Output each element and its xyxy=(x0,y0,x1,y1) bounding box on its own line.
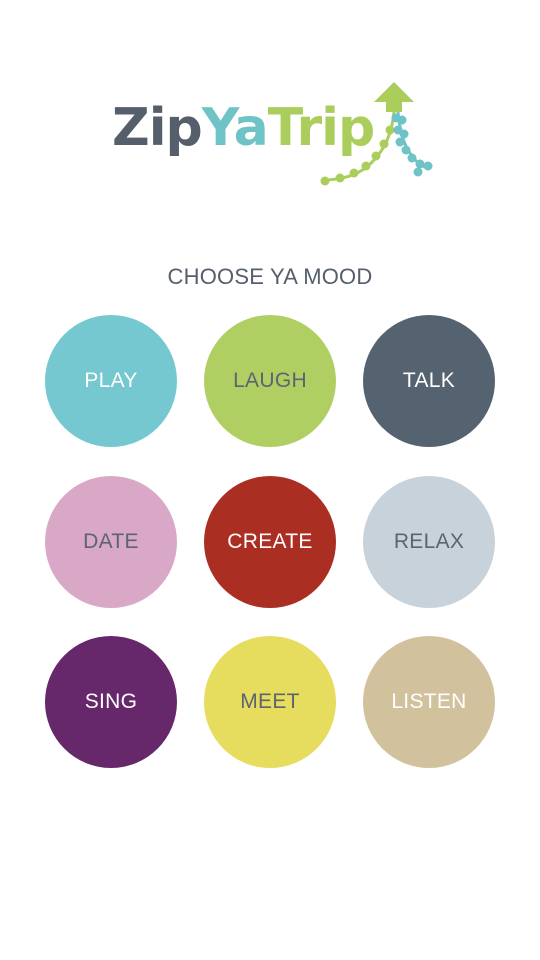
logo-text-ya: Ya xyxy=(201,98,269,158)
mood-button-create[interactable]: CREATE xyxy=(204,476,336,608)
arrow-up-with-streamers-icon xyxy=(320,82,433,186)
choose-mood-heading: CHOOSE YA MOOD xyxy=(167,264,373,289)
mood-button-play[interactable]: PLAY xyxy=(45,315,177,447)
mood-button-talk[interactable]: TALK xyxy=(363,315,495,447)
logo-text-zip: Zip xyxy=(112,98,203,158)
mood-button-relax[interactable]: RELAX xyxy=(363,476,495,608)
mood-button-listen[interactable]: LISTEN xyxy=(363,636,495,768)
mood-button-sing[interactable]: SING xyxy=(45,636,177,768)
mood-button-date[interactable]: DATE xyxy=(45,476,177,608)
mood-grid: PLAY LAUGH TALK DATE CREATE RELAX SING M… xyxy=(45,315,495,768)
app-logo: ZipYaTrip xyxy=(108,80,438,195)
mood-button-laugh[interactable]: LAUGH xyxy=(204,315,336,447)
mood-button-meet[interactable]: MEET xyxy=(204,636,336,768)
